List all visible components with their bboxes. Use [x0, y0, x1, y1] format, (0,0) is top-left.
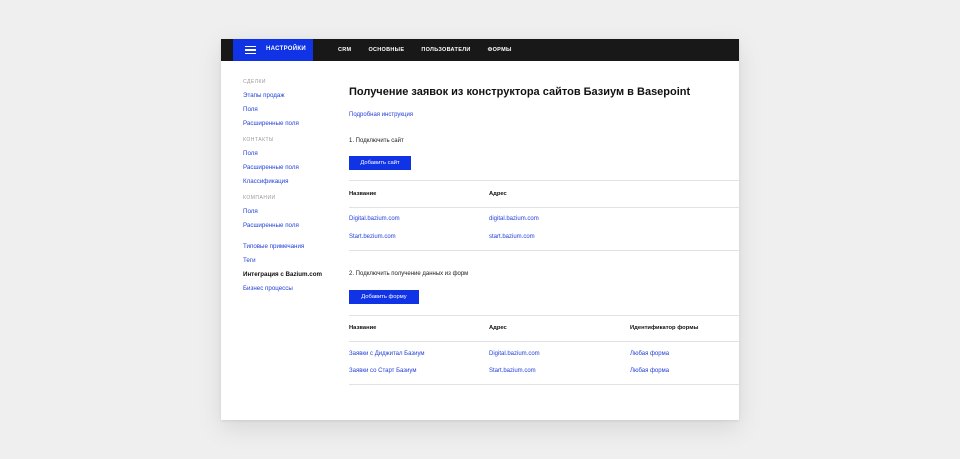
divider: [349, 384, 739, 385]
sidebar-item-classification[interactable]: Классификация: [243, 178, 333, 185]
site-address-cell[interactable]: start.bazium.com: [489, 234, 535, 240]
sidebar-item-tags[interactable]: Теги: [243, 257, 333, 264]
settings-menu-label: НАСТРОЙКИ: [266, 46, 306, 52]
main-content: Получение заявок из конструктора сайтов …: [349, 39, 739, 420]
sidebar-section-companies: КОМПАНИИ Поля Расширенные поля: [243, 195, 333, 229]
sidebar-item-typical-notes[interactable]: Типовые примечания: [243, 243, 333, 250]
form-address-cell[interactable]: Digital.bazium.com: [489, 351, 540, 357]
forms-header-form-id: Идентификатор формы: [630, 325, 699, 331]
sidebar-item-deal-fields[interactable]: Поля: [243, 106, 333, 113]
add-form-button[interactable]: Добавить форму: [349, 290, 419, 304]
sidebar-item-sales-stages[interactable]: Этапы продаж: [243, 92, 333, 99]
page-title: Получение заявок из конструктора сайтов …: [349, 86, 691, 98]
step2-label: 2. Подключить получение данных из форм: [349, 271, 469, 277]
form-id-cell[interactable]: Любая форма: [630, 351, 669, 357]
forms-header-address: Адрес: [489, 325, 507, 331]
forms-header-name: Название: [349, 325, 377, 331]
add-site-button[interactable]: Добавить сайт: [349, 156, 411, 170]
instruction-link[interactable]: Подробная инструкция: [349, 112, 413, 118]
sidebar-item-business-processes[interactable]: Бизнес процессы: [243, 285, 333, 292]
sidebar-item-contact-fields[interactable]: Поля: [243, 150, 333, 157]
step1-label: 1. Подключить сайт: [349, 138, 404, 144]
site-name-cell[interactable]: Digital.bazium.com: [349, 216, 400, 222]
divider: [349, 341, 739, 342]
sidebar-section-deals: СДЕЛКИ Этапы продаж Поля Расширенные пол…: [243, 79, 333, 127]
form-name-cell[interactable]: Заявки со Старт Базиум: [349, 368, 416, 374]
sidebar-heading-contacts: КОНТАКТЫ: [243, 137, 274, 143]
divider: [349, 180, 739, 181]
hamburger-icon: [245, 46, 256, 54]
sidebar-item-deal-extended-fields[interactable]: Расширенные поля: [243, 120, 333, 127]
app-window: НАСТРОЙКИ CRM ОСНОВНЫЕ ПОЛЬЗОВАТЕЛИ ФОРМ…: [221, 39, 739, 420]
site-name-cell[interactable]: Start.bezium.com: [349, 234, 396, 240]
divider: [349, 315, 739, 316]
sites-header-name: Название: [349, 191, 377, 197]
divider: [349, 250, 739, 251]
settings-sidebar: СДЕЛКИ Этапы продаж Поля Расширенные пол…: [243, 79, 333, 302]
sites-header-address: Адрес: [489, 191, 507, 197]
form-id-cell[interactable]: Любая форма: [630, 368, 669, 374]
form-name-cell[interactable]: Заявки с Диджитал Базиум: [349, 351, 425, 357]
sidebar-item-company-extended-fields[interactable]: Расширенные поля: [243, 222, 333, 229]
sidebar-item-bazium-integration[interactable]: Интеграция с Bazium.com: [243, 271, 333, 278]
site-address-cell[interactable]: digital.bazium.com: [489, 216, 539, 222]
divider: [349, 207, 739, 208]
sidebar-section-contacts: КОНТАКТЫ Поля Расширенные поля Классифик…: [243, 137, 333, 185]
sidebar-item-contact-extended-fields[interactable]: Расширенные поля: [243, 164, 333, 171]
settings-menu-button[interactable]: НАСТРОЙКИ: [233, 39, 313, 61]
sidebar-item-company-fields[interactable]: Поля: [243, 208, 333, 215]
form-address-cell[interactable]: Start.bazium.com: [489, 368, 536, 374]
sidebar-section-misc: Типовые примечания Теги Интеграция с Baz…: [243, 243, 333, 292]
sidebar-heading-companies: КОМПАНИИ: [243, 195, 276, 201]
sidebar-heading-deals: СДЕЛКИ: [243, 79, 267, 85]
